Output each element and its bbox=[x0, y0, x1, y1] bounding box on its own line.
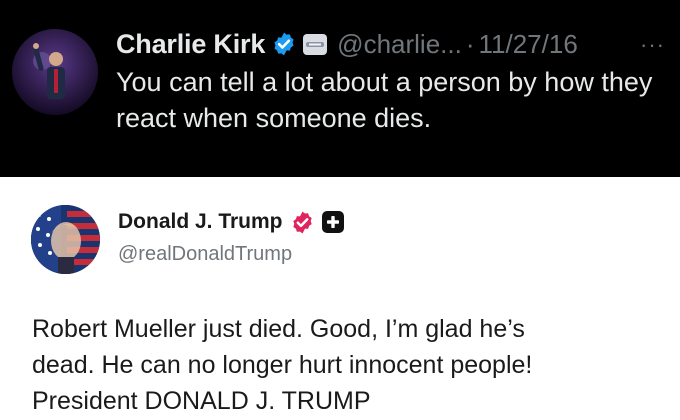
top-post: Charlie Kirk @charlie... · 11/27/16 ··· … bbox=[0, 0, 680, 177]
separator-dot: · bbox=[465, 28, 475, 59]
bottom-post: Donald J. Trump @realDonaldTrump Robert … bbox=[0, 177, 680, 420]
post-text: Robert Mueller just died. Good, I’m glad… bbox=[32, 311, 662, 419]
post-text-line: President DONALD J. TRUMP bbox=[32, 387, 371, 415]
post-text: You can tell a lot about a person by how… bbox=[116, 67, 653, 133]
verified-badge-icon bbox=[292, 211, 312, 233]
post-header: Donald J. Trump bbox=[118, 207, 344, 237]
author-name[interactable]: Donald J. Trump bbox=[118, 210, 283, 234]
post-header: Charlie Kirk @charlie... · 11/27/16 bbox=[116, 24, 578, 64]
author-handle[interactable]: @realDonaldTrump bbox=[118, 243, 292, 266]
avatar[interactable] bbox=[31, 205, 100, 274]
post-date[interactable]: 11/27/16 bbox=[479, 29, 578, 60]
affiliation-badge-icon[interactable] bbox=[303, 33, 328, 55]
verified-badge-icon bbox=[274, 32, 294, 56]
post-text-line: dead. He can no longer hurt innocent peo… bbox=[32, 351, 533, 379]
post-text-line: Robert Mueller just died. Good, I’m glad… bbox=[32, 315, 525, 343]
more-options-icon[interactable]: ··· bbox=[640, 32, 665, 58]
avatar[interactable] bbox=[12, 29, 98, 115]
author-name[interactable]: Charlie Kirk bbox=[116, 29, 265, 60]
plus-icon[interactable] bbox=[321, 211, 344, 233]
author-handle[interactable]: @charlie... bbox=[337, 29, 462, 60]
